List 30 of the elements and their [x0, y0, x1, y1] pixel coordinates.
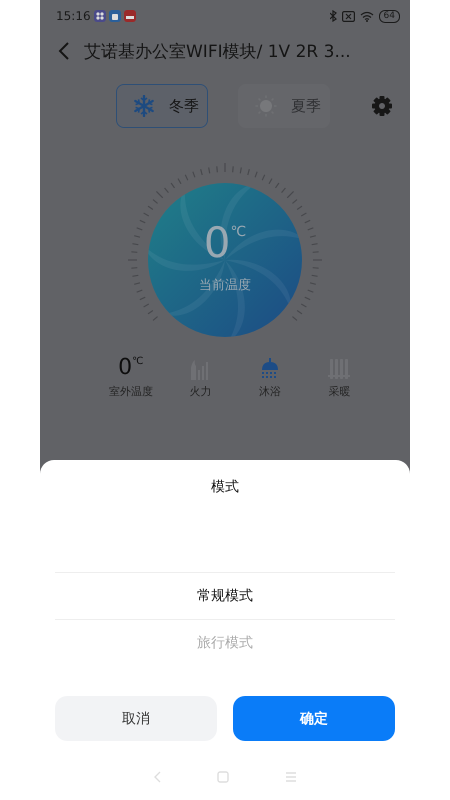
app-notification-icon — [124, 10, 136, 22]
stat-label: 室外温度 — [108, 384, 153, 399]
confirm-button[interactable]: 确定 — [233, 696, 395, 741]
no-sim-icon — [342, 10, 355, 22]
temperature-unit: ℃ — [230, 224, 246, 242]
bluetooth-icon — [330, 10, 337, 22]
snowflake-icon — [133, 95, 155, 117]
menu-nav-icon[interactable] — [285, 771, 297, 783]
current-temperature: 0 — [204, 220, 230, 266]
cancel-button[interactable]: 取消 — [55, 696, 217, 741]
sheet-title: 模式 — [211, 478, 239, 497]
home-nav-icon[interactable] — [217, 771, 229, 783]
clock-time: 15:16 — [56, 9, 91, 23]
stat-label: 沐浴 — [258, 384, 281, 399]
back-icon[interactable] — [58, 41, 70, 61]
mode-option[interactable]: 旅行模式 — [55, 619, 395, 666]
stat-label: 采暖 — [328, 384, 350, 399]
app-notification-icon — [94, 10, 106, 22]
stat-label: 火力 — [189, 384, 212, 399]
current-temperature-label: 当前温度 — [199, 277, 251, 294]
mode-option[interactable]: 常规模式 — [55, 572, 395, 619]
outdoor-temperature: 0 — [118, 356, 132, 380]
battery-level: 64 — [378, 10, 400, 22]
back-nav-icon[interactable] — [153, 771, 161, 783]
temperature-unit: ℃ — [132, 356, 144, 367]
bag-notification-icon — [108, 10, 121, 22]
season-tab[interactable]: 冬季 — [116, 84, 208, 128]
settings-icon[interactable] — [372, 96, 392, 116]
wifi-icon — [360, 10, 374, 22]
page-title: 艾诺基办公室WIFI模块/ 1V 2R 3... — [84, 40, 351, 62]
